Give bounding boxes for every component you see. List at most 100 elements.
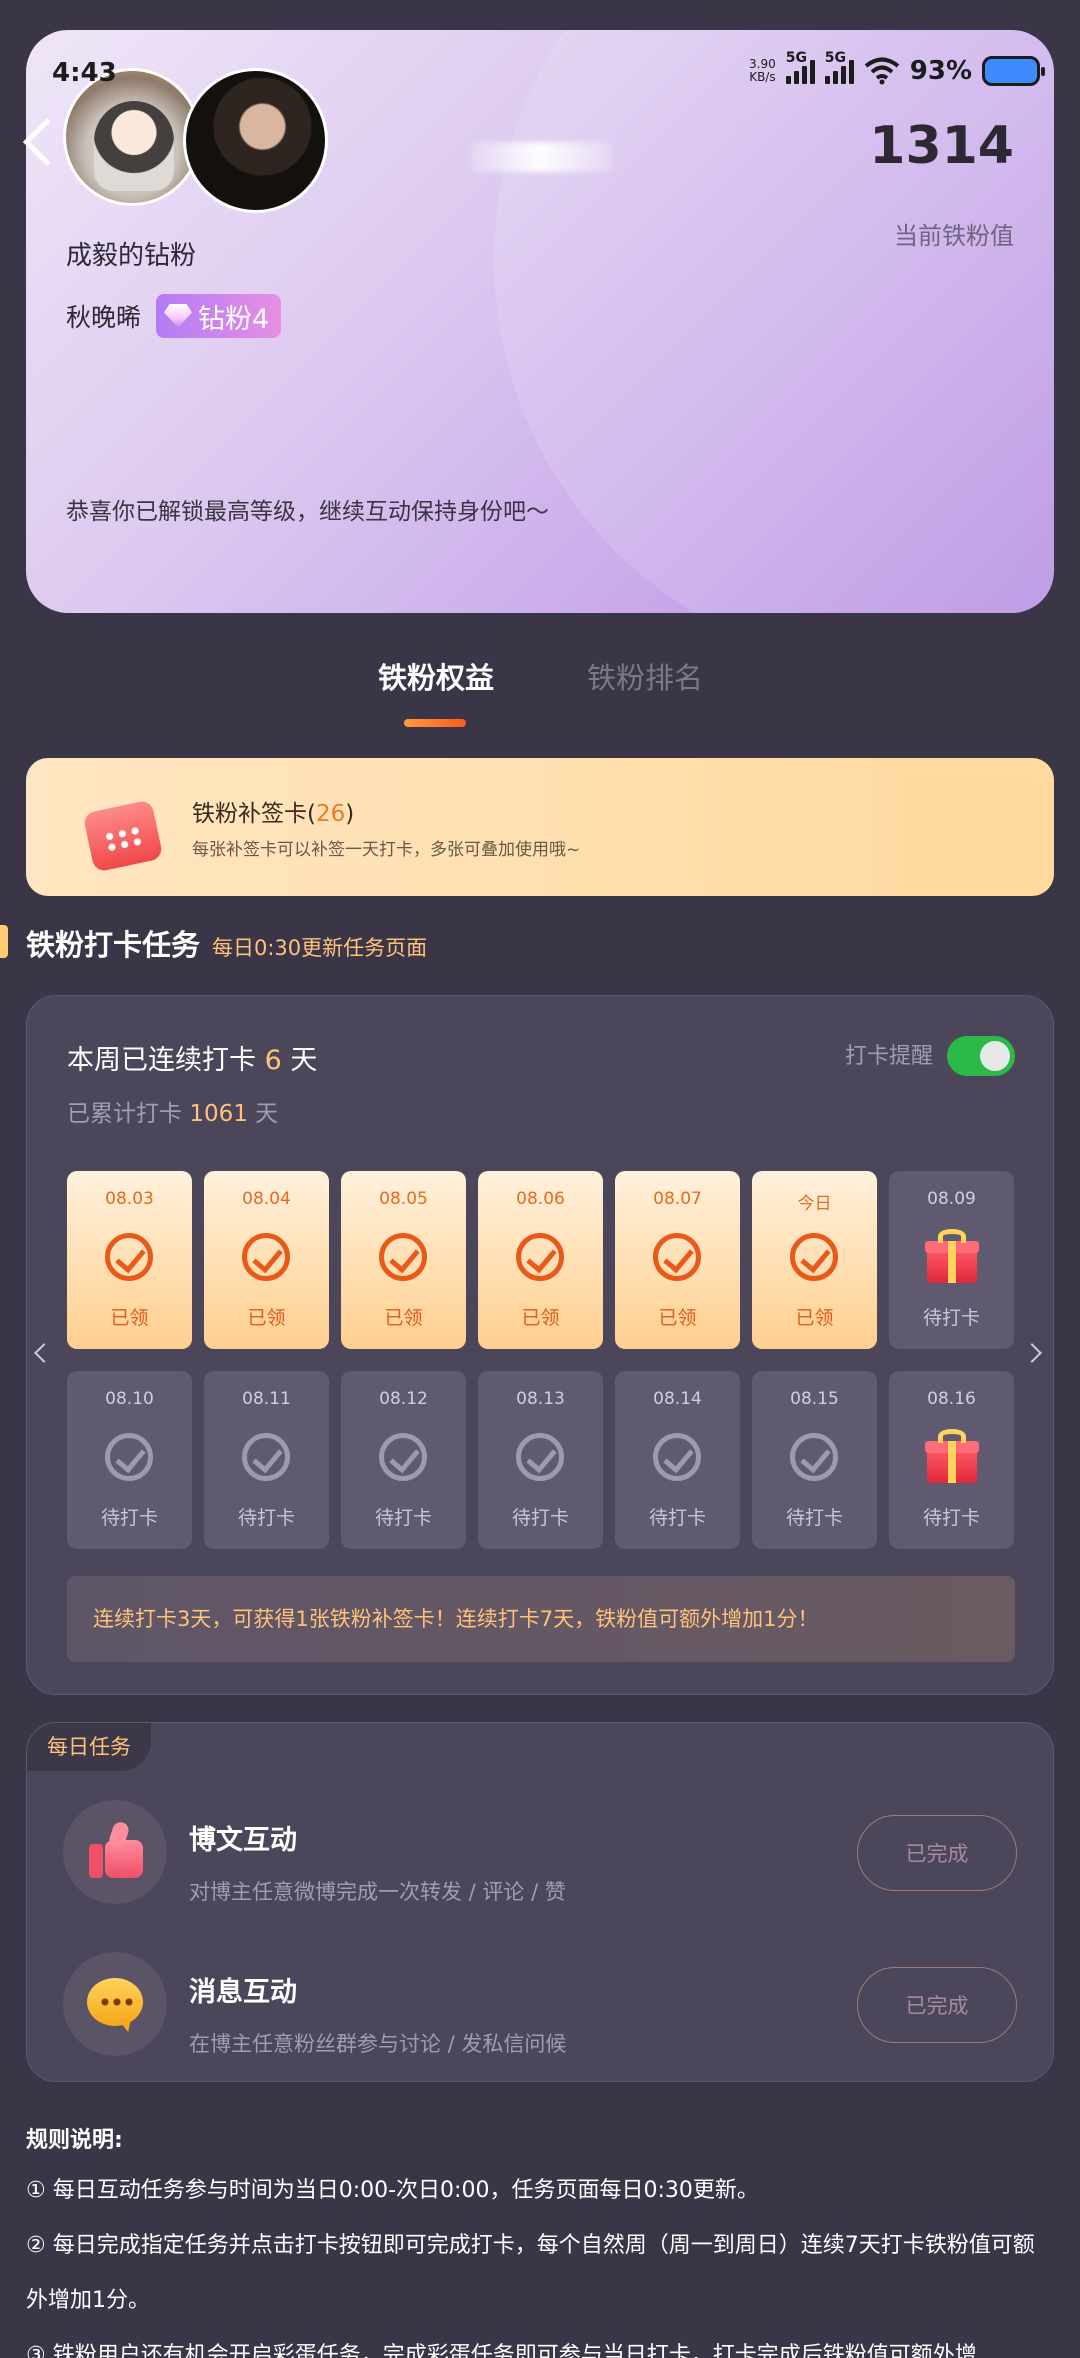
checkin-day[interactable]: 08.03 已领 [67,1171,192,1349]
checkin-day-status: 待打卡 [785,1507,843,1529]
checkin-days-grid: 08.03 已领 08.04 已领 08.05 已领 08.06 已领 08.07 已领 今日 已领 0… [67,1171,1015,1549]
checkin-day-date: 08.03 [105,1189,154,1209]
checkin-day[interactable]: 08.09 待打卡 [889,1171,1014,1349]
net-speed: 3.90 KB/s [749,58,776,84]
fan-score: 1314 [869,116,1014,176]
checkin-day-status: 已领 [247,1307,286,1329]
sign-card-title: 铁粉补签卡(26) [192,794,354,828]
task-completed-button[interactable]: 已完成 [857,1815,1017,1891]
user-name: 秋晚晞 [66,303,142,332]
sign-card-title-end: ) [345,801,355,827]
task-description: 对博主任意微博完成一次转发 / 评论 / 赞 [189,1880,566,1904]
check-circle-icon [242,1233,290,1281]
checkin-day-status: 待打卡 [374,1507,432,1529]
reminder-label: 打卡提醒 [844,1044,933,1069]
total-text: 已累计打卡 1061 天 [67,1094,278,1128]
checkin-day-date: 08.09 [927,1189,976,1209]
task-item: 消息互动 在博主任意粉丝群参与讨论 / 发私信问候 已完成 [27,1930,1053,2080]
diamond-icon [164,304,192,328]
level-badge-label: 钻粉4 [198,303,270,335]
chevron-right-icon[interactable] [1022,1343,1042,1363]
signal-label: 5G [824,50,846,66]
chevron-left-icon[interactable] [34,1343,54,1363]
fan-title: 成毅的钻粉 [66,241,197,271]
fan-score-label: 当前铁粉值 [894,222,1014,250]
checkin-day-status: 已领 [658,1307,697,1329]
checkin-day-date: 08.13 [516,1389,565,1409]
checkin-day-date: 08.15 [790,1389,839,1409]
checkin-day[interactable]: 今日 已领 [752,1171,877,1349]
streak-suffix: 天 [290,1045,318,1076]
check-circle-icon [379,1233,427,1281]
check-circle-icon [790,1233,838,1281]
checkin-day[interactable]: 08.07 已领 [615,1171,740,1349]
check-circle-icon [242,1433,290,1481]
section-bar [0,925,8,958]
checkin-day[interactable]: 08.14 待打卡 [615,1371,740,1549]
net-speed-unit: KB/s [749,70,776,84]
checkin-tip: 连续打卡3天，可获得1张铁粉补签卡！连续打卡7天，铁粉值可额外增加1分！ [67,1576,1015,1662]
checkin-day-date: 08.14 [653,1389,702,1409]
tab-fan-benefits[interactable]: 铁粉权益 [378,655,494,697]
streak-text: 本周已连续打卡 6 天 [67,1038,317,1077]
level-badge: 钻粉4 [156,294,282,338]
checkin-day[interactable]: 08.04 已领 [204,1171,329,1349]
signal-icon: 5G [785,50,815,84]
checkin-day-status: 待打卡 [922,1307,980,1329]
checkin-day[interactable]: 08.05 已领 [341,1171,466,1349]
checkin-day-status: 待打卡 [922,1507,980,1529]
rule-item: ② 每日完成指定任务并点击打卡按钮即可完成打卡，每个自然周（周一到周日）连续7天… [26,2233,1035,2313]
checkin-day-date: 08.05 [379,1189,428,1209]
tab-fan-ranking[interactable]: 铁粉排名 [587,655,703,697]
checkin-day[interactable]: 08.06 已领 [478,1171,603,1349]
checkin-day[interactable]: 08.13 待打卡 [478,1371,603,1549]
status-time: 4:43 [52,58,117,88]
checkin-day-status: 待打卡 [237,1507,295,1529]
makeup-sign-card[interactable]: 铁粉补签卡(26) 每张补签卡可以补签一天打卡，多张可叠加使用哦~ [26,758,1054,896]
reminder-toggle[interactable] [947,1036,1015,1076]
task-completed-button[interactable]: 已完成 [857,1967,1017,2043]
battery-percent: 93% [909,56,972,86]
checkin-day-date: 08.10 [105,1389,154,1409]
check-circle-icon [105,1233,153,1281]
tab-bar: 铁粉权益 铁粉排名 [0,655,1080,735]
blurred-name [470,142,612,172]
checkin-day[interactable]: 08.12 待打卡 [341,1371,466,1549]
section-subtitle: 每日0:30更新任务页面 [212,936,428,960]
check-circle-icon [516,1233,564,1281]
gift-box-icon [925,1429,979,1483]
rules-title: 规则说明: [26,2128,123,2153]
task-description: 在博主任意粉丝群参与讨论 / 发私信问候 [189,2032,567,2056]
total-prefix: 已累计打卡 [67,1101,182,1127]
checkin-day-status: 待打卡 [100,1507,158,1529]
checkin-day-status: 待打卡 [511,1507,569,1529]
checkin-day-date: 08.07 [653,1189,702,1209]
check-circle-icon [105,1433,153,1481]
checkin-day-date: 08.11 [242,1389,291,1409]
total-suffix: 天 [255,1101,279,1127]
checkin-day[interactable]: 08.10 待打卡 [67,1371,192,1549]
checkin-day-status: 待打卡 [648,1507,706,1529]
congrats-text: 恭喜你已解锁最高等级，继续互动保持身份吧～ [66,499,549,525]
checkin-day-date: 08.12 [379,1389,428,1409]
blogger-avatar [183,68,328,213]
check-circle-icon [379,1433,427,1481]
task-title: 博文互动 [189,1825,297,1856]
streak-days: 6 [264,1045,282,1076]
status-bar-right: 3.90 KB/s 5G 5G 93% [749,50,1045,86]
sign-card-title-text: 铁粉补签卡( [192,801,316,827]
checkin-day[interactable]: 08.11 待打卡 [204,1371,329,1549]
rule-item: ③ 铁粉用户还有机会开启彩蛋任务，完成彩蛋任务即可参与当日打卡，打卡完成后铁粉值… [26,2343,977,2358]
checkin-day[interactable]: 08.16 待打卡 [889,1371,1014,1549]
tab-indicator [404,719,466,727]
sign-card-count: 26 [315,801,346,827]
checkin-day-date: 今日 [797,1194,832,1214]
calendar-icon [80,788,176,873]
battery-icon [982,56,1045,86]
checkin-day-status: 已领 [795,1307,834,1329]
user-avatar [63,68,201,206]
checkin-day-date: 08.16 [927,1389,976,1409]
checkin-day-status: 已领 [110,1307,149,1329]
checkin-day[interactable]: 08.15 待打卡 [752,1371,877,1549]
task-icon-circle [63,1800,167,1904]
